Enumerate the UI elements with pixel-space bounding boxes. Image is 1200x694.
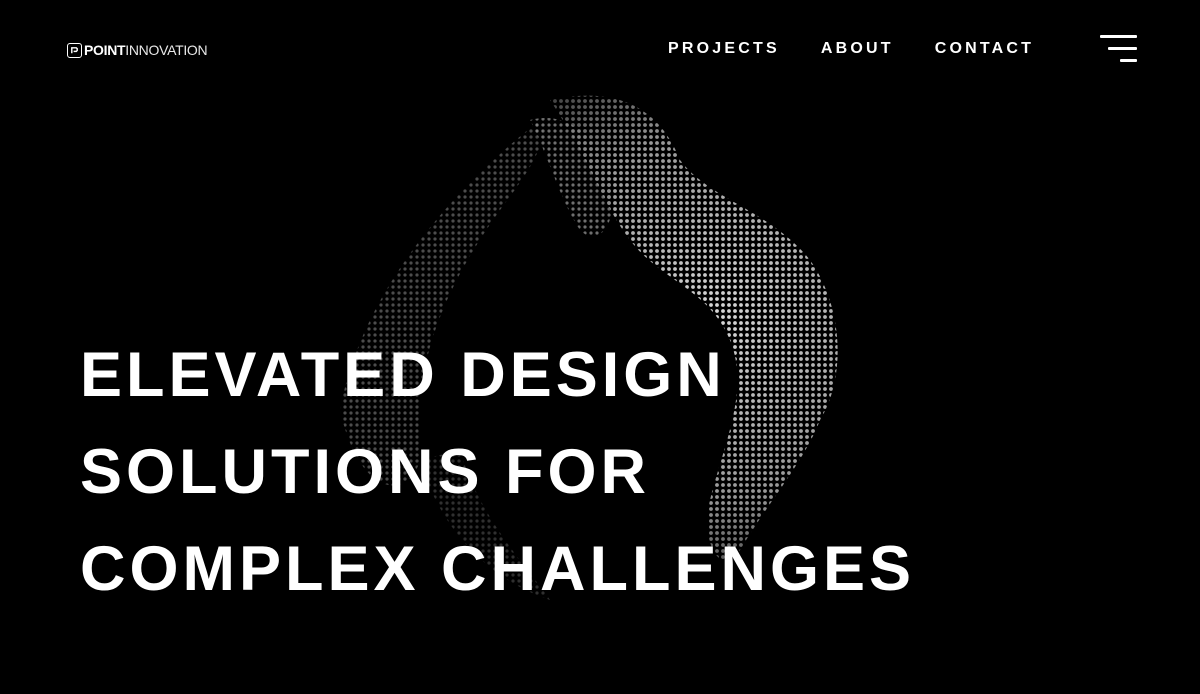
logo-text: POINTINNOVATION	[84, 41, 208, 58]
logo-link[interactable]: POINTINNOVATION	[67, 41, 208, 59]
main-nav: PROJECTS ABOUT CONTACT	[668, 39, 1034, 59]
hamburger-menu-icon[interactable]	[1100, 35, 1137, 65]
hero-headline-line: SOLUTIONS FOR	[80, 437, 650, 507]
nav-link-contact[interactable]: CONTACT	[935, 39, 1034, 59]
nav-link-projects[interactable]: PROJECTS	[668, 39, 780, 59]
logo-text-bold: POINT	[84, 41, 126, 58]
hero-headline-line: ELEVATED DESIGN	[80, 340, 726, 410]
menu-line	[1100, 35, 1137, 38]
site-header: POINTINNOVATION PROJECTS ABOUT CONTACT	[0, 0, 1200, 100]
logo-mark-icon	[67, 42, 82, 58]
nav-link-about[interactable]: ABOUT	[821, 39, 894, 59]
hero-headline-line: COMPLEX CHALLENGES	[80, 534, 916, 604]
menu-line	[1108, 47, 1137, 50]
menu-line	[1120, 59, 1137, 62]
logo-text-light: INNOVATION	[125, 41, 208, 58]
hero-headline: ELEVATED DESIGN SOLUTIONS FOR COMPLEX CH…	[80, 327, 915, 618]
